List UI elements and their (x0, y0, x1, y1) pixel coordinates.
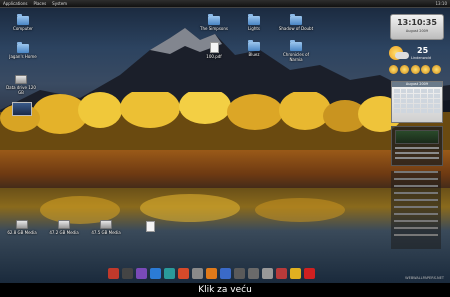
desktop-icon-label: 47.2 GB Media (49, 230, 79, 235)
forecast-sun-icon (389, 65, 398, 74)
globe-icon[interactable] (164, 268, 175, 279)
cloud-icon (395, 52, 409, 59)
feed-line (394, 227, 438, 229)
monitor-icon[interactable] (234, 268, 245, 279)
desktop-icon-lights[interactable]: Lights (236, 14, 272, 31)
clock-time: 13:10:35 (397, 18, 437, 27)
calendar-widget[interactable]: August 2009 (391, 81, 443, 123)
arrow-icon[interactable] (108, 268, 119, 279)
desktop-icon-100-pdf[interactable]: 100.pdf (196, 42, 232, 59)
desktop-icon-label: Jagan's Home (9, 54, 37, 59)
menu-system[interactable]: System (49, 1, 70, 6)
weather-temperature: 25 (417, 46, 429, 55)
lamp-icon[interactable] (290, 268, 301, 279)
forecast-sun-icon (421, 65, 431, 74)
meadow (0, 150, 450, 190)
desktop-icon-label: Shadow of Doubt (278, 26, 314, 31)
desktop-icon-label: Lights (247, 26, 261, 31)
settings-icon[interactable] (192, 268, 203, 279)
desktop-icon-computer[interactable]: Computer (5, 14, 41, 31)
image-caption: Klik za veću (0, 283, 450, 297)
desktop-icon-label: Computer (13, 26, 33, 31)
desktop-icon-label: Data drive 120 GB (6, 85, 36, 95)
network-icon[interactable] (150, 268, 161, 279)
drive-icon[interactable] (262, 268, 273, 279)
desktop-screenshot: Applications Places System 13:10 Compute… (0, 0, 450, 283)
folder-icon (248, 40, 260, 51)
desktop-icon-label: 100.pdf (206, 54, 222, 59)
widget-sidebar: 13:10:35 August 2009 25 Lindenwold Augus… (389, 14, 445, 249)
system-monitor-widget[interactable] (391, 126, 443, 166)
drive-icon (15, 75, 27, 84)
clock-date: August 2009 (405, 29, 429, 33)
feed-line (394, 178, 438, 180)
feed-line (394, 206, 438, 208)
monitor-line (395, 157, 439, 159)
feed-line (394, 220, 438, 222)
forecast-sun-icon (432, 65, 441, 74)
desktop-icon-media-47-5[interactable]: 47.5 GB Media (88, 220, 124, 235)
clock-widget[interactable]: 13:10:35 August 2009 (390, 14, 444, 40)
drive-icon (58, 220, 70, 229)
trash-icon (145, 221, 155, 232)
folder-icon (208, 14, 220, 25)
drive-icon (16, 220, 28, 229)
desktop-icon-bluez[interactable]: Bluez (236, 40, 272, 57)
chat-icon[interactable] (136, 268, 147, 279)
desktop-icon-home[interactable]: Jagan's Home (5, 42, 41, 59)
feed-line (394, 199, 438, 201)
menu-places[interactable]: Places (30, 1, 49, 6)
desktop-icon-chronicles-of-narnia[interactable]: Chronicles of Narnia (278, 40, 314, 62)
desktop-icon-the-simpsons[interactable]: The Simpsons (196, 14, 232, 31)
folder-icon (248, 14, 260, 25)
calendar-icon[interactable] (276, 268, 287, 279)
desktop-icon-shadow-of-doubt[interactable]: Shadow of Doubt (278, 14, 314, 31)
folder-icon (290, 14, 302, 25)
display-icon[interactable] (248, 268, 259, 279)
monitor-graph (395, 130, 439, 144)
desktop-icon-label: Bluez (248, 52, 260, 57)
monitor-line (395, 152, 439, 154)
calendar-grid (392, 87, 442, 115)
feed-line (394, 234, 438, 236)
mail-icon[interactable] (220, 268, 231, 279)
weather-forecast (389, 65, 441, 74)
weather-city: Lindenwold (411, 56, 431, 60)
close-icon[interactable] (304, 268, 315, 279)
drive-icon (100, 220, 112, 229)
desktop-icon-label: The Simpsons (200, 26, 228, 31)
desktop-icon-data-drive[interactable]: Data drive 120 GB (3, 75, 39, 95)
desktop-icon-media-47-2[interactable]: 47.2 GB Media (46, 220, 82, 235)
firefox-icon[interactable] (206, 268, 217, 279)
terminal-icon[interactable] (122, 268, 133, 279)
pdf-document-icon (209, 42, 219, 53)
weather-widget[interactable]: 25 Lindenwold (389, 44, 441, 76)
home-folder-icon (17, 42, 29, 53)
watermark: WEBWALLPAPERS.NET (405, 276, 444, 280)
feed-line (394, 213, 438, 215)
desktop-icon-trash[interactable] (132, 221, 168, 233)
application-dock (108, 263, 348, 279)
desktop-icon-label: 62.8 GB Media (7, 230, 37, 235)
panel-clock[interactable]: 13:10 (432, 1, 450, 6)
feed-line (394, 192, 438, 194)
forecast-sun-icon (399, 65, 409, 74)
news-feed-widget[interactable] (391, 171, 441, 249)
feed-line (394, 185, 438, 187)
desktop-icon-label: Chronicles of Narnia (283, 52, 309, 62)
feed-line (394, 171, 438, 173)
image-thumbnail-icon (12, 102, 32, 116)
forecast-sun-icon (410, 65, 420, 74)
menu-applications[interactable]: Applications (0, 1, 30, 6)
monitor-line (395, 147, 439, 149)
desktop-icon-media-62[interactable]: 62.8 GB Media (4, 220, 40, 235)
computer-icon (17, 14, 29, 25)
desktop-icon-label: 47.5 GB Media (91, 230, 121, 235)
media-icon[interactable] (178, 268, 189, 279)
top-panel: Applications Places System 13:10 (0, 0, 450, 8)
desktop-icon-thumbnail[interactable] (4, 102, 40, 117)
folder-icon (290, 40, 302, 51)
